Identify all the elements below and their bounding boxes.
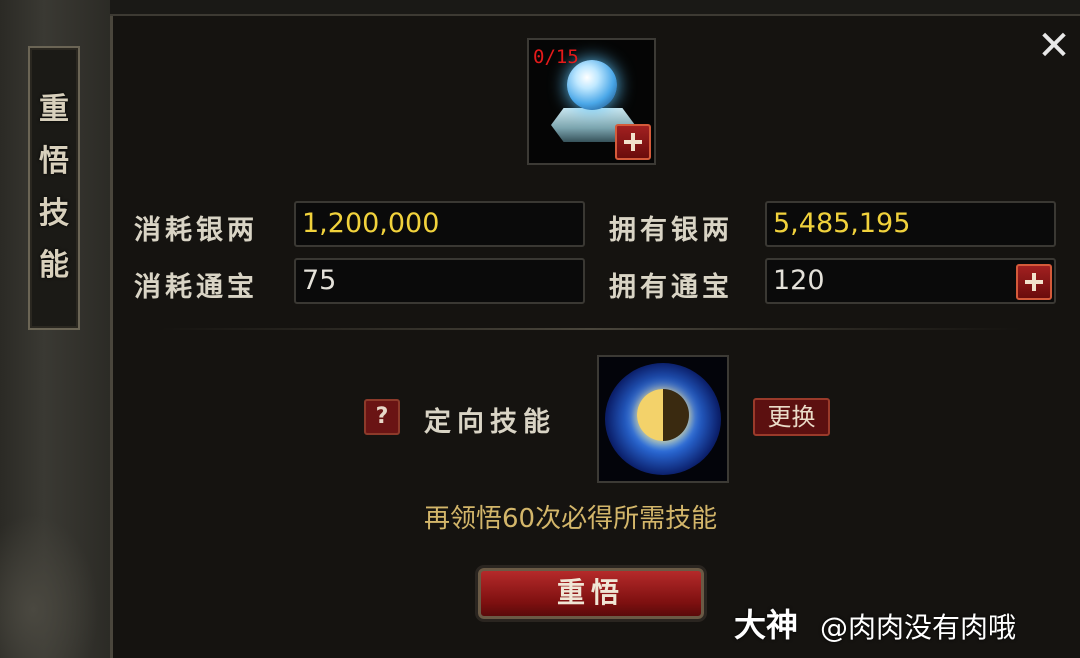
silver-cost-value: 1,200,000 [302, 208, 440, 239]
watermark-brand: 大神 [734, 606, 799, 644]
silver-own-field: 5,485,195 [765, 201, 1056, 247]
add-treasure-button[interactable] [1016, 264, 1052, 300]
treasure-cost-value: 75 [302, 265, 337, 296]
material-count: 0/15 [533, 46, 579, 68]
directed-skill-label: 定向技能 [424, 407, 556, 438]
reawaken-button-label: 重悟 [556, 576, 625, 609]
reawaken-button[interactable]: 重悟 [478, 568, 704, 619]
swap-skill-button[interactable]: 更换 [753, 398, 830, 436]
treasure-cost-label: 消耗通宝 [134, 272, 258, 303]
side-title-char: 悟 [39, 144, 69, 179]
directed-skill-slot[interactable] [597, 355, 729, 483]
silver-own-label: 拥有银两 [609, 215, 733, 246]
divider [160, 328, 1020, 330]
yin-yang-icon [637, 389, 689, 441]
treasure-own-label: 拥有通宝 [609, 272, 733, 303]
treasure-cost-field: 75 [294, 258, 585, 304]
help-icon[interactable]: ? [364, 399, 400, 435]
add-material-button[interactable] [615, 124, 651, 160]
reawaken-skill-window: 重 悟 技 能 ✕ 0/15 消耗银两 1,200,000 拥有银两 5,485… [0, 0, 1080, 658]
treasure-own-value: 120 [773, 265, 825, 296]
watermark-user: @肉肉没有肉哦 [820, 611, 1017, 644]
guarantee-hint: 再领悟60次必得所需技能 [424, 504, 718, 534]
close-icon[interactable]: ✕ [1034, 26, 1074, 66]
top-border [110, 0, 1080, 16]
side-title-char: 技 [39, 196, 69, 231]
side-title-char: 能 [39, 248, 69, 283]
silver-cost-field: 1,200,000 [294, 201, 585, 247]
side-title: 重 悟 技 能 [28, 46, 80, 330]
silver-own-value: 5,485,195 [773, 208, 911, 239]
side-tab: 重 悟 技 能 [0, 0, 113, 658]
treasure-own-field: 120 [765, 258, 1056, 304]
silver-cost-label: 消耗银两 [134, 215, 258, 246]
side-title-char: 重 [39, 92, 69, 127]
material-slot[interactable]: 0/15 [527, 38, 656, 165]
